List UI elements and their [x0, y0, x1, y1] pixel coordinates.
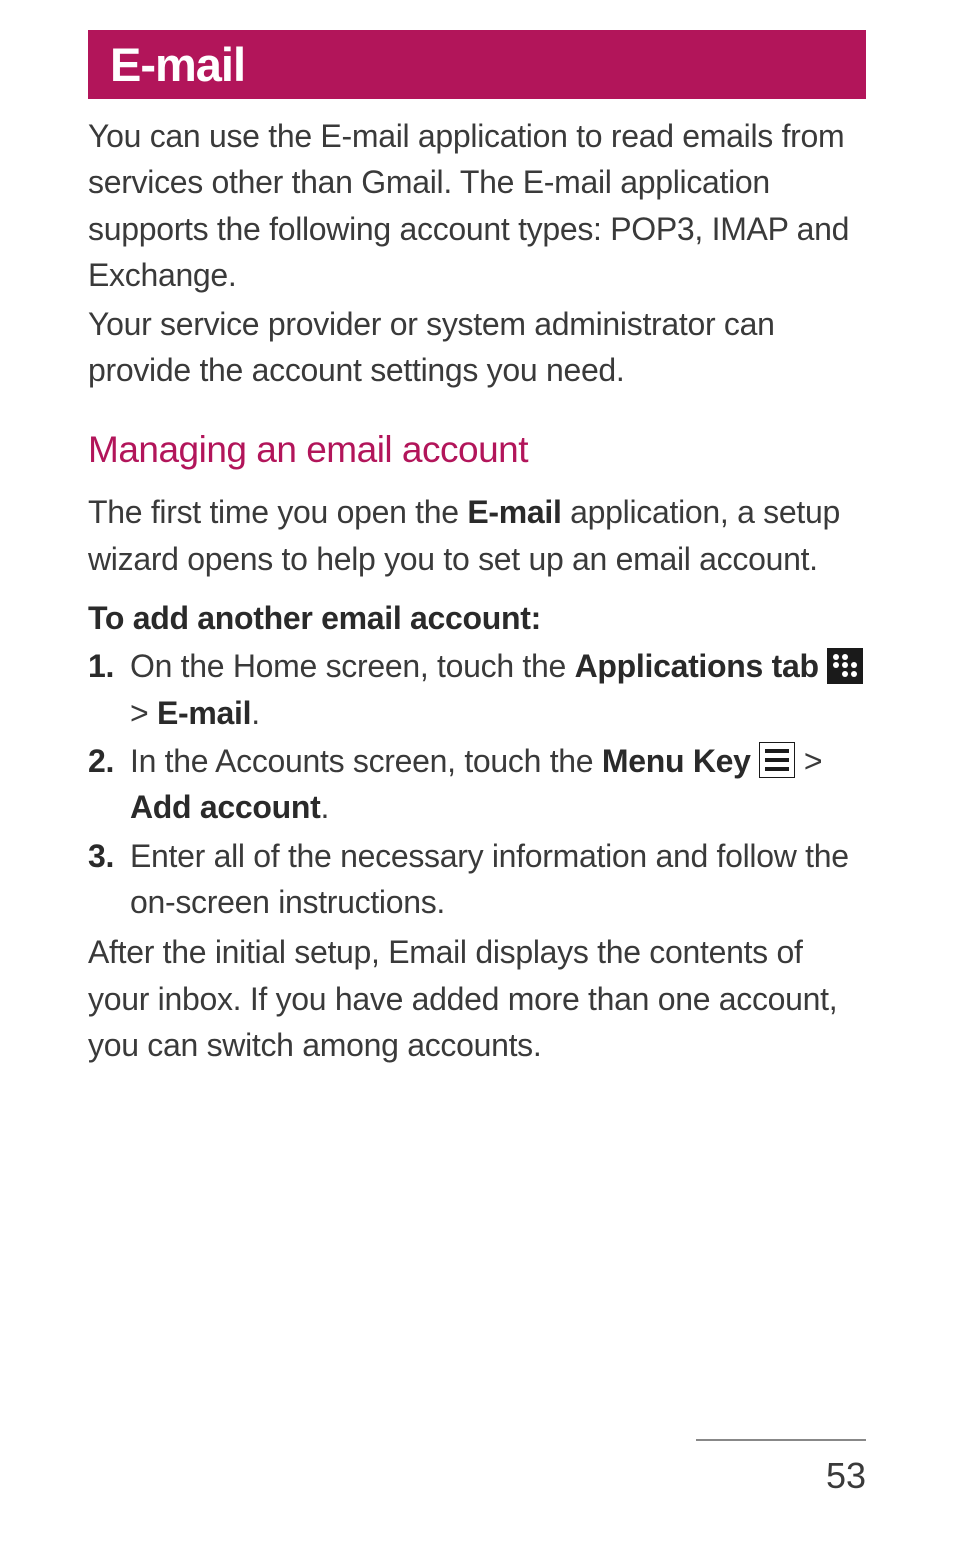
text-fragment: On the Home screen, touch the: [130, 648, 575, 684]
section-header-bar: E-mail: [88, 30, 866, 99]
page-title: E-mail: [110, 37, 844, 92]
separator-text: >: [804, 743, 822, 779]
bold-text: Applications tab: [575, 648, 819, 684]
text-fragment: Enter all of the necessary information a…: [130, 838, 849, 920]
section-intro: The first time you open the E-mail appli…: [88, 489, 866, 582]
page-footer: 53: [696, 1439, 866, 1497]
intro-paragraph-2: Your service provider or system administ…: [88, 301, 866, 394]
text-fragment: In the Accounts screen, touch the: [130, 743, 602, 779]
steps-list: 1. On the Home screen, touch the Applica…: [88, 643, 866, 925]
text-fragment: The first time you open the: [88, 494, 467, 530]
outro-paragraph: After the initial setup, Email displays …: [88, 929, 866, 1068]
step-number: 1.: [88, 643, 114, 689]
separator-text: >: [130, 695, 157, 731]
step-3: 3. Enter all of the necessary informatio…: [88, 833, 866, 926]
bold-text: Add account: [130, 789, 320, 825]
footer-divider: [696, 1439, 866, 1441]
step-1: 1. On the Home screen, touch the Applica…: [88, 643, 866, 736]
section-heading: Managing an email account: [88, 429, 866, 471]
sub-heading: To add another email account:: [88, 600, 866, 637]
step-number: 3.: [88, 833, 114, 879]
step-number: 2.: [88, 738, 114, 784]
step-2: 2. In the Accounts screen, touch the Men…: [88, 738, 866, 831]
menu-key-icon: [759, 742, 795, 778]
text-fragment: .: [251, 695, 260, 731]
page-number: 53: [826, 1455, 866, 1496]
manual-page: E-mail You can use the E-mail applicatio…: [0, 0, 954, 1557]
bold-text: E-mail: [157, 695, 251, 731]
text-fragment: .: [320, 789, 329, 825]
bold-text: Menu Key: [602, 743, 751, 779]
bold-text: E-mail: [467, 494, 561, 530]
applications-tab-icon: [827, 648, 863, 684]
dots-grid-icon: [833, 654, 857, 678]
intro-paragraph-1: You can use the E-mail application to re…: [88, 113, 866, 299]
